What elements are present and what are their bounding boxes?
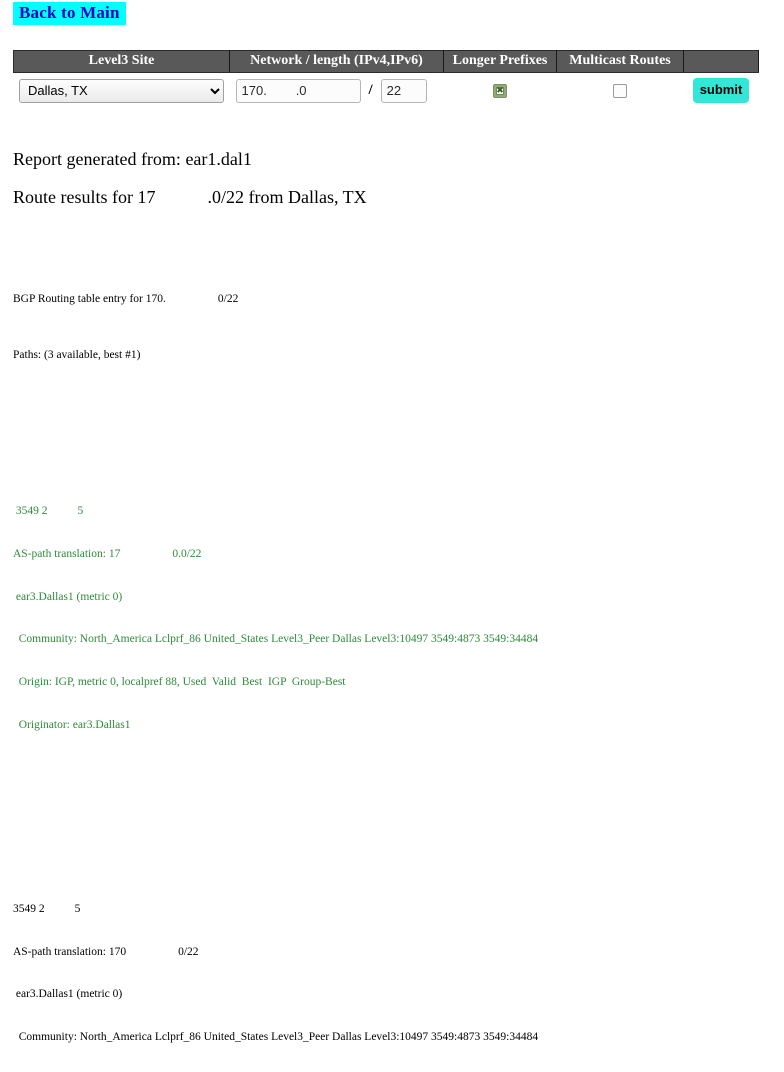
submit-cell: submit — [683, 72, 759, 107]
header-level3-site: Level3 Site — [13, 50, 230, 73]
bgp-entry-line: BGP Routing table entry for 170. 0/22 — [13, 291, 773, 306]
network-cell: / — [229, 72, 444, 107]
bgp-output-block: BGP Routing table entry for 170. 0/22 Pa… — [13, 249, 773, 1072]
bgp-entry-suffix: 0/22 — [217, 292, 239, 305]
generated-from-device: ear1.dal1 — [185, 149, 252, 169]
route-results-site: from Dallas, TX — [248, 187, 367, 207]
bgp-community: Community: North_America Lclprf_86 Unite… — [13, 633, 539, 646]
redacted-octets — [126, 944, 179, 959]
route-results-network-head: 17 — [137, 187, 156, 207]
lookup-form: Level3 Site Network / length (IPv4,IPv6)… — [13, 50, 759, 107]
site-select[interactable]: Dallas, TX — [19, 78, 224, 103]
bgp-as-path-translation: AS-path translation: 170 0/22 — [13, 944, 773, 959]
redacted-octets — [165, 291, 218, 306]
bgp-entry-prefix: BGP Routing table entry for 170. — [13, 292, 166, 305]
translation-head: AS-path translation: 17 — [13, 548, 121, 561]
bgp-as-path: 3549 2 5 — [13, 901, 773, 917]
translation-head: AS-path translation: 170 — [13, 945, 127, 958]
bgp-path-entry: 3549 2 5 AS-path translation: 170 0/22 e… — [13, 874, 773, 1072]
route-results-prefix: Route results for — [13, 187, 133, 207]
bgp-as-path-translation: AS-path translation: 17 0.0/22 — [13, 547, 773, 562]
header-submit — [683, 50, 759, 73]
bgp-as-path: 3549 2 5 — [13, 504, 773, 519]
longer-prefixes-checkbox[interactable] — [493, 83, 507, 98]
longer-prefixes-cell — [443, 72, 557, 107]
bgp-path-entry: 3549 2 5 AS-path translation: 17 0.0/22 … — [13, 476, 773, 760]
route-results-heading: Route results for 17 .0/22 from Dallas, … — [13, 186, 367, 208]
translation-tail: 0.0/22 — [172, 548, 202, 561]
header-multicast-routes: Multicast Routes — [556, 50, 684, 73]
back-to-main-container: Back to Main — [13, 2, 126, 25]
form-input-row: Dallas, TX / submit — [13, 72, 759, 107]
bgp-community: Community: North_America Lclprf_86 Unite… — [13, 1030, 539, 1043]
network-input[interactable] — [235, 78, 361, 103]
bgp-origin: Origin: IGP, metric 0, localpref 88, Use… — [13, 675, 346, 688]
as-path-tail: 5 — [77, 505, 84, 518]
redacted-asn — [47, 504, 78, 519]
redacted-asn — [44, 901, 75, 917]
multicast-routes-cell — [556, 72, 684, 107]
generated-from-label: Report generated from: — [13, 149, 181, 169]
translation-tail: 0/22 — [178, 945, 199, 958]
as-path-tail: 5 — [74, 902, 81, 915]
report-generated-from: Report generated from: ear1.dal1 — [13, 148, 252, 170]
slash-separator: / — [368, 82, 373, 98]
header-network-length: Network / length (IPv4,IPv6) — [229, 50, 444, 73]
submit-button[interactable]: submit — [692, 78, 750, 103]
header-longer-prefixes: Longer Prefixes — [443, 50, 557, 73]
redacted-octets — [155, 186, 208, 208]
as-path-head: 3549 2 — [15, 505, 48, 518]
bgp-nexthop: ear3.Dallas1 (metric 0) — [13, 988, 123, 1001]
route-results-network-tail: .0/22 — [207, 187, 244, 207]
site-cell: Dallas, TX — [13, 72, 230, 107]
prefix-length-input[interactable] — [380, 78, 427, 103]
bgp-nexthop: ear3.Dallas1 (metric 0) — [13, 590, 123, 603]
redacted-octets — [120, 547, 173, 562]
back-to-main-link[interactable]: Back to Main — [13, 2, 126, 25]
form-header-row: Level3 Site Network / length (IPv4,IPv6)… — [13, 50, 759, 73]
bgp-originator: Originator: ear3.Dallas1 — [13, 718, 131, 731]
multicast-routes-checkbox[interactable] — [613, 83, 627, 98]
as-path-head: 3549 2 — [13, 902, 45, 915]
bgp-paths-line: Paths: (3 available, best #1) — [13, 349, 141, 362]
